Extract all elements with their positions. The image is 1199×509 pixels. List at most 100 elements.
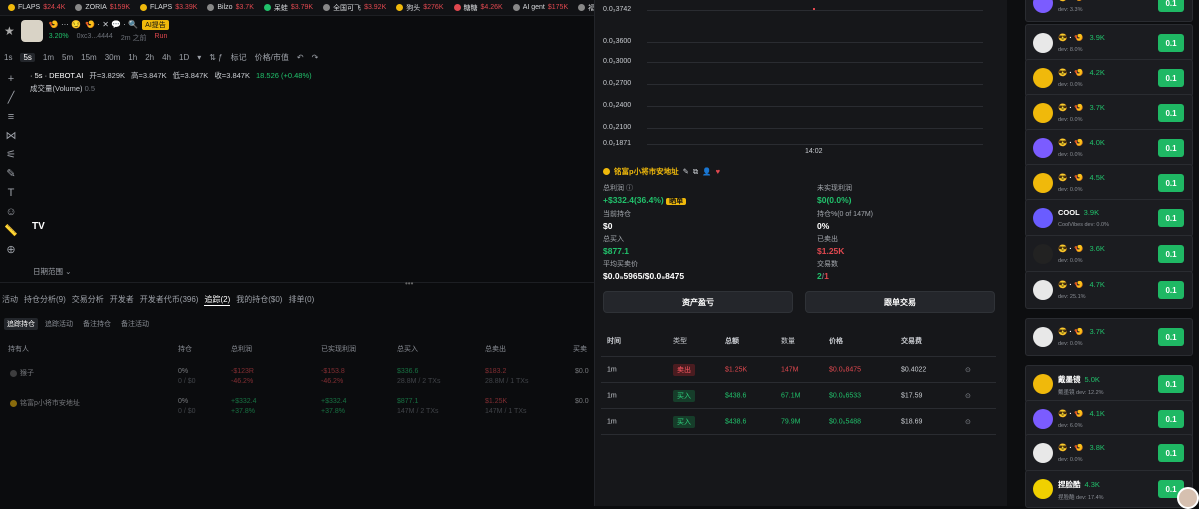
token-card[interactable]: 😎 · 🍤 3.7K dev: 0.0% 0.1	[1025, 94, 1193, 132]
brush-icon[interactable]: ✎	[4, 167, 18, 181]
trades-col-4[interactable]: 价格	[829, 336, 843, 346]
tab-2[interactable]: 交易分析	[72, 294, 104, 306]
trade-row[interactable]: 1m 买入 $438.6 67.1M $0.0₅6533 $17.59 ⊙	[601, 383, 996, 409]
quick-buy-button[interactable]: 0.1	[1158, 245, 1184, 263]
copy-trade-button[interactable]: 跟单交易	[805, 291, 995, 313]
trades-col-2[interactable]: 总额	[725, 336, 739, 346]
tab-3[interactable]: 开发者	[110, 294, 134, 306]
trades-col-5[interactable]: 交易费	[901, 336, 922, 346]
holders-col-4[interactable]: 总买入	[397, 344, 418, 354]
ticker-item[interactable]: 呆蛙 $3.79K	[263, 3, 313, 13]
ticker-item[interactable]: 全国可飞 $3.92K	[323, 3, 386, 13]
holders-col-0[interactable]: 持有人	[8, 344, 29, 354]
holders-col-1[interactable]: 持仓	[178, 344, 192, 354]
ticker-item[interactable]: 糖糖 $4.26K	[453, 3, 503, 13]
quick-buy-button[interactable]: 0.1	[1158, 104, 1184, 122]
quick-buy-button[interactable]: 0.1	[1158, 444, 1184, 462]
trade-row[interactable]: 1m 买入 $438.6 79.9M $0.0₅5488 $18.69 ⊙	[601, 409, 996, 435]
holders-col-3[interactable]: 已实现利润	[321, 344, 356, 354]
trades-col-3[interactable]: 数量	[781, 336, 795, 346]
tab-0[interactable]: 活动	[2, 294, 18, 306]
tx-link-icon[interactable]: ⊙	[965, 366, 971, 374]
ticker-item[interactable]: ZORIA $159K	[75, 4, 130, 11]
ticker-item[interactable]: 福	[578, 3, 594, 13]
horizontal-lines-icon[interactable]: ≡	[4, 110, 18, 124]
pattern-icon[interactable]: ⋈	[4, 129, 18, 143]
emoji-icon[interactable]: ☺	[4, 205, 18, 219]
edit-icon[interactable]: ✎	[683, 167, 689, 176]
timeframe-1h[interactable]: 1h	[128, 53, 137, 62]
star-icon[interactable]: ★	[4, 24, 15, 38]
indicator-icon[interactable]: ⇅ ƒ	[209, 53, 222, 62]
quick-buy-button[interactable]: 0.1	[1158, 139, 1184, 157]
date-range-button[interactable]: 日期范围 ⌄	[33, 266, 71, 277]
token-card[interactable]: 😎 · 🍤 4.7K dev: 25.1% 0.1	[1025, 271, 1193, 309]
token-card[interactable]: COOL 3.9K CoolVibes dev: 0.0% 0.1	[1025, 199, 1193, 237]
table-row[interactable]: 铭富p小将市安地址 0% 0 / $0 +$332.4 +37.8% +$332.4 +37…	[0, 392, 594, 422]
ticker-item[interactable]: Bilzo $3.7K	[207, 4, 254, 11]
text-icon[interactable]: T	[4, 186, 18, 200]
quick-buy-button[interactable]: 0.1	[1158, 328, 1184, 346]
undo-icon[interactable]: ↶	[297, 53, 304, 62]
tab-5[interactable]: 追踪(2)	[204, 294, 231, 306]
token-card[interactable]: 😎 · 🍤 3.8K dev: 0.0% 0.1	[1025, 434, 1193, 472]
token-card[interactable]: 😎 · 🍤 3.7K dev: 0.0% 0.1	[1025, 318, 1193, 356]
timeframe-1s[interactable]: 1s	[4, 53, 12, 62]
timeframe-5m[interactable]: 5m	[62, 53, 73, 62]
quick-buy-button[interactable]: 0.1	[1158, 410, 1184, 428]
ruler-icon[interactable]: 📏	[4, 224, 18, 238]
timeframe-1m[interactable]: 1m	[43, 53, 54, 62]
ticker-item[interactable]: AI gent $175K	[512, 4, 568, 11]
token-card[interactable]: 😎 · 🍤 3.6K dev: 0.0% 0.1	[1025, 235, 1193, 273]
crosshair-icon[interactable]: +	[4, 72, 18, 86]
holders-col-5[interactable]: 总卖出	[485, 344, 506, 354]
trades-col-1[interactable]: 类型	[673, 336, 687, 346]
subtab-0[interactable]: 追踪持仓	[4, 318, 38, 330]
timeframe-4h[interactable]: 4h	[162, 53, 171, 62]
tx-link-icon[interactable]: ⊙	[965, 418, 971, 426]
quick-buy-button[interactable]: 0.1	[1158, 0, 1184, 12]
token-card[interactable]: 😎 · 🍤 4.2K dev: 0.0% 0.1	[1025, 59, 1193, 97]
holders-col-2[interactable]: 总利润	[231, 344, 252, 354]
heart-icon[interactable]: ♥	[716, 167, 720, 176]
timeframe-5s[interactable]: 5s	[20, 52, 35, 62]
resize-handle[interactable]: •••	[405, 279, 413, 288]
timeframe-30m[interactable]: 30m	[105, 53, 121, 62]
trendline-icon[interactable]: ╱	[4, 91, 18, 105]
token-card[interactable]: 😎 · 🍤 4.1K dev: 6.0% 0.1	[1025, 400, 1193, 438]
quick-buy-button[interactable]: 0.1	[1158, 69, 1184, 87]
tab-6[interactable]: 我的持仓($0)	[236, 294, 282, 306]
tab-7[interactable]: 排单(0)	[288, 294, 314, 306]
quick-buy-button[interactable]: 0.1	[1158, 281, 1184, 299]
token-card[interactable]: 戴墨镜 5.0K 戴墨镜 dev: 12.2% 0.1	[1025, 365, 1193, 403]
marks-dropdown[interactable]: 标记	[231, 52, 247, 63]
token-card[interactable]: 😎 · 🍤 4.5K dev: 0.0% 0.1	[1025, 164, 1193, 202]
subtab-3[interactable]: 备注活动	[118, 318, 152, 330]
ai-badge[interactable]: AI提告	[142, 19, 169, 30]
fib-icon[interactable]: ⚟	[4, 148, 18, 162]
pnl-button[interactable]: 资产盈亏	[603, 291, 793, 313]
timeframe-2h[interactable]: 2h	[145, 53, 154, 62]
subtab-1[interactable]: 追踪活动	[42, 318, 76, 330]
tradingview-logo[interactable]: TV	[32, 221, 45, 232]
zoom-icon[interactable]: ⊕	[4, 243, 18, 257]
table-row[interactable]: 猴子 0% 0 / $0 -$123R -46.2% -$153.8 -46.2% $336.…	[0, 362, 594, 392]
share-button[interactable]: 晒单	[666, 198, 687, 205]
tab-4[interactable]: 开发者代币(396)	[140, 294, 199, 306]
token-card[interactable]: 😎 · 🍤 4.0K dev: 0.0% 0.1	[1025, 129, 1193, 167]
subtab-2[interactable]: 备注持仓	[80, 318, 114, 330]
token-card[interactable]: 😎 · 🍤 3.7K dev: 3.3% 0.1	[1025, 0, 1193, 22]
quick-buy-button[interactable]: 0.1	[1158, 209, 1184, 227]
token-card[interactable]: 捏脸酷 4.3K 捏脸酷 dev: 17.4% 0.1	[1025, 470, 1193, 508]
holders-col-6[interactable]: 买卖	[573, 344, 587, 354]
share-icons[interactable]: 🍤 · ✕ 💬 · 🔍	[85, 20, 138, 29]
trade-row[interactable]: 1m 卖出 $1.25K 147M $0.0₅8475 $0.4022 ⊙	[601, 357, 996, 383]
holder-name[interactable]: 铭富p小将市安地址	[614, 166, 679, 177]
token-card[interactable]: 😎 · 🍤 3.9K dev: 8.0% 0.1	[1025, 24, 1193, 62]
quick-buy-button[interactable]: 0.1	[1158, 375, 1184, 393]
trades-col-0[interactable]: 时间	[607, 336, 621, 346]
tx-link-icon[interactable]: ⊙	[965, 392, 971, 400]
price-mc-toggle[interactable]: 价格/市值	[255, 52, 289, 63]
redo-icon[interactable]: ↷	[312, 53, 319, 62]
tab-1[interactable]: 持仓分析(9)	[24, 294, 66, 306]
